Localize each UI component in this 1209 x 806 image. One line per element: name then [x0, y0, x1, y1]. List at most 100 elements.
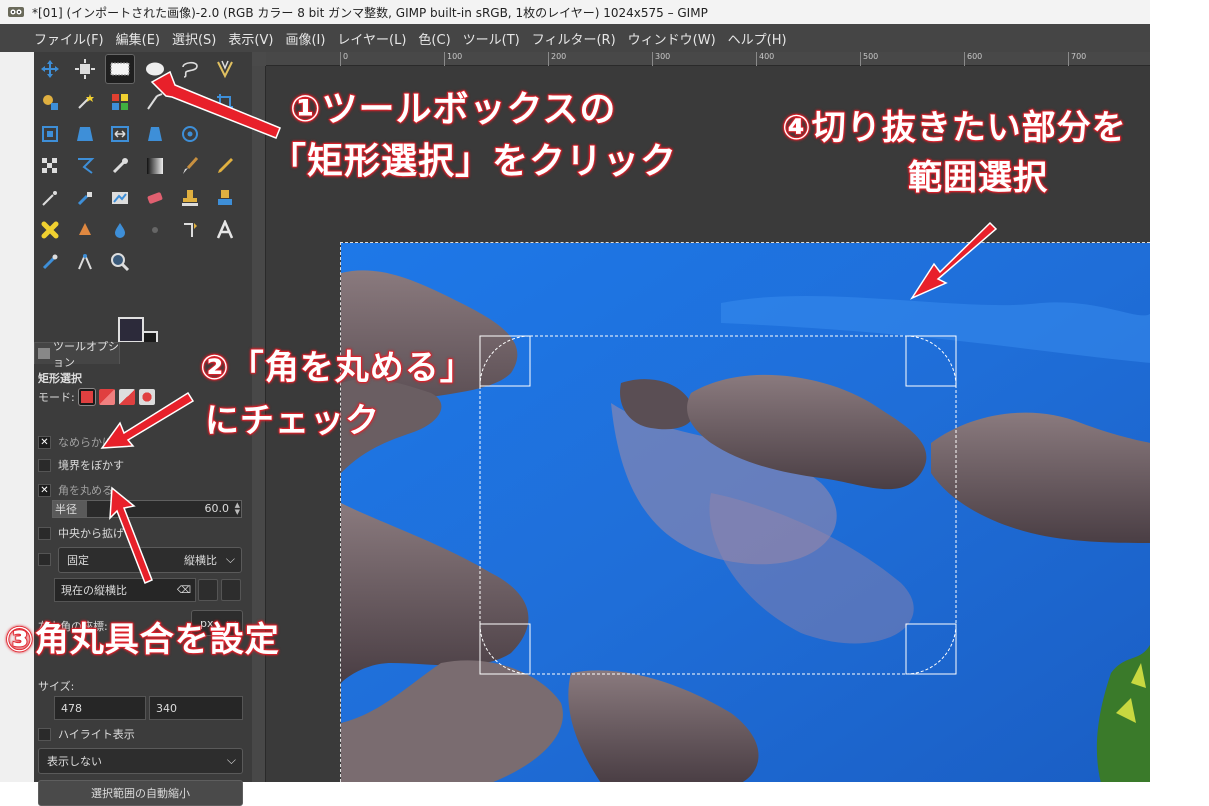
- crop-tool-icon[interactable]: [210, 87, 240, 117]
- tool-options-title: 矩形選択: [38, 372, 82, 385]
- height-field[interactable]: 340: [149, 696, 243, 720]
- pencil-icon[interactable]: [210, 151, 240, 181]
- feather-checkbox[interactable]: [38, 458, 51, 472]
- blur-sharpen-icon[interactable]: [70, 215, 100, 245]
- bucket-fill-icon[interactable]: [35, 151, 65, 181]
- coastal-photo: [341, 243, 1150, 782]
- menu-image[interactable]: 画像(I): [285, 29, 325, 48]
- rect-select-tool-icon[interactable]: [105, 54, 135, 84]
- mode-replace-icon[interactable]: [78, 389, 95, 405]
- auto-shrink-button[interactable]: 選択範囲の自動縮小: [38, 780, 243, 806]
- flip-tool-icon[interactable]: [105, 119, 135, 149]
- radius-slider[interactable]: 半径 60.0 ▲ ▼: [52, 500, 242, 518]
- portrait-button[interactable]: [198, 579, 218, 601]
- mypaint-brush-icon[interactable]: [105, 183, 135, 213]
- antialias-option[interactable]: ✕ なめらかに: [38, 434, 113, 450]
- menubar: ファイル(F) 編集(E) 選択(S) 表示(V) 画像(I) レイヤー(L) …: [34, 24, 1150, 52]
- window-title: *[01] (インポートされた画像)-2.0 (RGB カラー 8 bit ガン…: [32, 5, 708, 20]
- tool-options-tab[interactable]: ツールオプション: [34, 340, 120, 369]
- menu-help[interactable]: ヘルプ(H): [728, 29, 787, 48]
- width-field[interactable]: 478: [54, 696, 146, 720]
- guides-value: 表示しない: [47, 755, 102, 768]
- antialias-checkbox[interactable]: ✕: [38, 435, 51, 449]
- dodge-burn-icon[interactable]: [105, 215, 135, 245]
- menu-filters[interactable]: フィルター(R): [532, 29, 616, 48]
- fixed-option[interactable]: [38, 553, 58, 566]
- menu-layer[interactable]: レイヤー(L): [337, 29, 406, 48]
- mode-intersect-icon[interactable]: [138, 389, 155, 405]
- size-label: サイズ:: [38, 680, 75, 693]
- heal-tool-icon[interactable]: [210, 183, 240, 213]
- mode-row: モード:: [38, 389, 155, 405]
- expand-center-option[interactable]: 中央から拡げ: [38, 525, 124, 541]
- radius-spin-icon[interactable]: ▲ ▼: [235, 502, 240, 516]
- antialias-label: なめらかに: [58, 436, 113, 449]
- menu-edit[interactable]: 編集(E): [116, 29, 160, 48]
- rounded-corners-checkbox[interactable]: ✕: [38, 483, 51, 497]
- rounded-corners-option[interactable]: ✕ 角を丸める: [38, 482, 113, 498]
- eraser-icon[interactable]: [140, 183, 170, 213]
- chevron-down-icon: ⌵: [226, 753, 236, 767]
- clear-entry-icon[interactable]: ⌫: [177, 585, 191, 596]
- fuzzy-select-tool-icon[interactable]: [35, 87, 65, 117]
- airbrush-icon[interactable]: [35, 183, 65, 213]
- smudge-tool-icon[interactable]: [35, 215, 65, 245]
- menu-select[interactable]: 選択(S): [172, 29, 216, 48]
- landscape-button[interactable]: [221, 579, 241, 601]
- align-tool-icon[interactable]: [70, 54, 100, 84]
- tool-options-tab-icon: [38, 348, 50, 359]
- paintbrush-icon[interactable]: [175, 151, 205, 181]
- color-picker-icon[interactable]: [105, 151, 135, 181]
- perspective-icon[interactable]: [70, 119, 100, 149]
- move-tool-icon[interactable]: [35, 54, 65, 84]
- menu-colors[interactable]: 色(C): [418, 29, 450, 48]
- aspect-entry[interactable]: 現在の縦横比 ⌫: [54, 578, 196, 602]
- fixed-combo[interactable]: 固定 縦横比 ⌵: [58, 547, 242, 573]
- ruler-corner: [252, 52, 266, 66]
- left-window-strip: [0, 52, 34, 782]
- horizontal-ruler[interactable]: 0 100 200 300 400 500 600 700: [266, 52, 1150, 66]
- eyedropper-icon[interactable]: [35, 247, 65, 277]
- zoom-tool-icon[interactable]: [105, 247, 135, 277]
- highlight-option[interactable]: ハイライト表示: [38, 726, 135, 742]
- text-path-icon[interactable]: [175, 215, 205, 245]
- mode-label: モード:: [38, 391, 75, 404]
- highlight-checkbox[interactable]: [38, 727, 51, 741]
- cage-transform-icon[interactable]: [140, 119, 170, 149]
- menu-windows[interactable]: ウィンドウ(W): [628, 29, 716, 48]
- guides-combo[interactable]: 表示しない ⌵: [38, 748, 243, 774]
- compass-tool-icon[interactable]: [70, 247, 100, 277]
- annotation-step3: ③角丸具合を設定: [4, 619, 280, 661]
- feather-option[interactable]: 境界をぼかす: [38, 457, 124, 473]
- magic-wand-icon[interactable]: [70, 87, 100, 117]
- annotation-step4-line2: 範囲選択: [907, 157, 1048, 199]
- menu-file[interactable]: ファイル(F): [34, 29, 104, 48]
- tool-options-tab-label: ツールオプション: [53, 339, 119, 369]
- select-by-color-icon[interactable]: [105, 87, 135, 117]
- text-tool-icon[interactable]: [210, 215, 240, 245]
- gradient-tool-icon[interactable]: [140, 151, 170, 181]
- clone-stamp-icon[interactable]: [175, 183, 205, 213]
- mode-add-icon[interactable]: [98, 389, 115, 405]
- ellipse-select-tool-icon[interactable]: [140, 54, 170, 84]
- menu-tools[interactable]: ツール(T): [463, 29, 520, 48]
- annotation-step4-line1: ④切り抜きたい部分を: [781, 107, 1127, 149]
- menu-view[interactable]: 表示(V): [228, 29, 273, 48]
- ink-tool-icon[interactable]: [70, 183, 100, 213]
- unified-transform-icon[interactable]: [35, 119, 65, 149]
- foreground-select-tool-icon[interactable]: [210, 54, 240, 84]
- feather-label: 境界をぼかす: [58, 459, 124, 472]
- expand-center-checkbox[interactable]: [38, 526, 51, 540]
- measure-tool-icon[interactable]: [140, 215, 170, 245]
- warp-transform-icon[interactable]: [175, 119, 205, 149]
- annotation-step2-line2: にチェック: [204, 400, 380, 442]
- window-titlebar: *[01] (インポートされた画像)-2.0 (RGB カラー 8 bit ガン…: [0, 0, 1150, 24]
- free-select-tool-icon[interactable]: [175, 54, 205, 84]
- image-canvas[interactable]: [340, 242, 1150, 782]
- scissors-select-icon[interactable]: [140, 87, 170, 117]
- mode-subtract-icon[interactable]: [118, 389, 135, 405]
- fixed-label: 固定: [67, 554, 89, 567]
- paths-tool-icon[interactable]: [70, 151, 100, 181]
- fixed-checkbox[interactable]: [38, 553, 51, 566]
- foreground-color-swatch[interactable]: [118, 317, 144, 343]
